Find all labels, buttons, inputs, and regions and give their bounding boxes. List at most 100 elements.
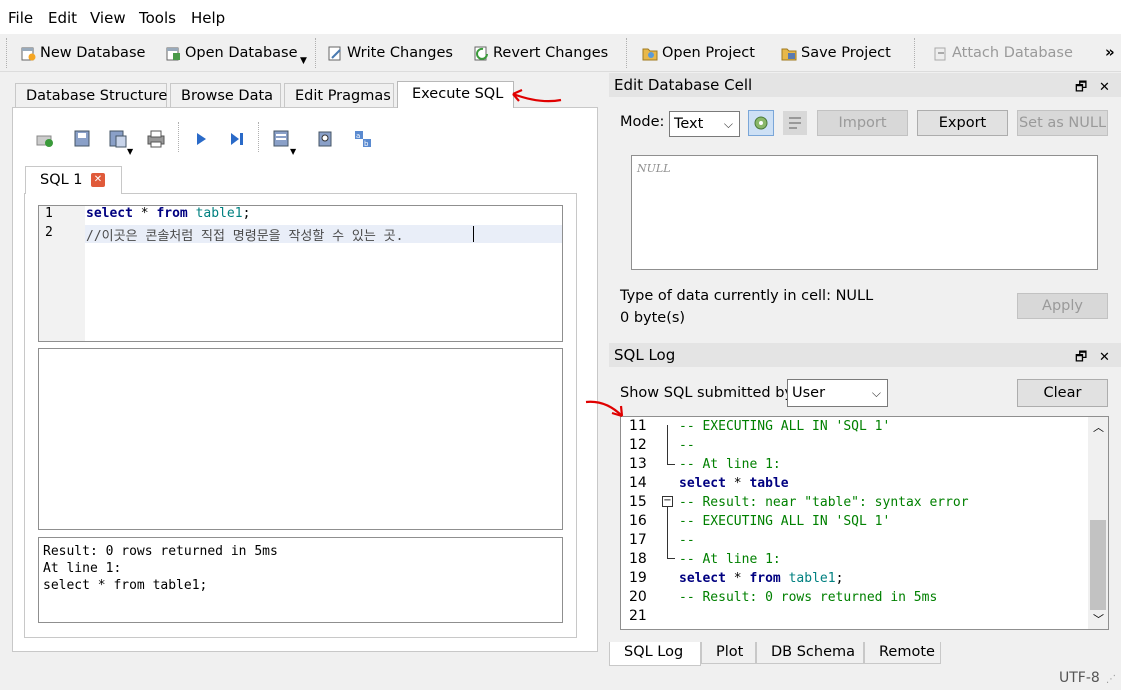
- chevron-down-icon: ⌵: [723, 117, 733, 131]
- set-as-null-button[interactable]: Set as NULL: [1017, 110, 1108, 136]
- float-dock-icon[interactable]: 🗗: [1075, 76, 1087, 100]
- tab-sql-1[interactable]: SQL 1 ✕: [25, 166, 122, 194]
- log-line: --: [679, 438, 695, 453]
- open-database-button[interactable]: Open Database: [165, 43, 298, 63]
- menu-file[interactable]: File: [8, 9, 33, 27]
- sql-toolbar-separator: [258, 122, 260, 152]
- submitted-by-select[interactable]: User ⌵: [787, 379, 888, 407]
- submitted-by-value: User: [792, 385, 826, 401]
- log-line-number: 14: [629, 475, 647, 491]
- editor-line-2: //이곳은 콘솔처럼 직접 명령문을 작성할 수 있는 곳.: [86, 229, 404, 244]
- tab-plot[interactable]: Plot: [701, 642, 756, 664]
- open-project-icon: [642, 45, 658, 61]
- auto-switch-mode-button[interactable]: [748, 110, 774, 136]
- apply-button[interactable]: Apply: [1017, 293, 1108, 319]
- attach-database-icon: [932, 45, 948, 61]
- open-sql-file-icon[interactable]: [72, 128, 94, 150]
- open-project-label: Open Project: [662, 45, 755, 61]
- annotation-arrow-icon: [585, 400, 624, 418]
- sql-editor[interactable]: 1 2 select * from table1; //이곳은 콘솔처럼 직접 …: [38, 205, 563, 342]
- save-sql-dropdown-icon[interactable]: ▼: [127, 147, 133, 156]
- sql-log-view[interactable]: 11 -- EXECUTING ALL IN 'SQL 1' 12 -- 13 -- At…: [620, 416, 1109, 630]
- auto-switch-icon: [754, 116, 768, 130]
- log-line: -- At line 1:: [679, 552, 781, 567]
- mode-label: Mode:: [620, 114, 665, 130]
- menu-view[interactable]: View: [90, 9, 126, 27]
- fold-line: [667, 507, 668, 559]
- mode-select[interactable]: Text ⌵: [669, 111, 740, 137]
- log-line-number: 15: [629, 494, 647, 510]
- line-number: 2: [45, 225, 53, 240]
- revert-changes-button[interactable]: Revert Changes: [473, 43, 608, 63]
- tab-execute-sql[interactable]: Execute SQL: [397, 81, 514, 108]
- fold-line: [667, 558, 675, 559]
- menu-edit[interactable]: Edit: [48, 9, 77, 27]
- toolbar-separator: [315, 38, 317, 68]
- chevron-down-icon: ⌵: [871, 386, 881, 400]
- menu-help[interactable]: Help: [191, 9, 225, 27]
- open-tab-icon[interactable]: [34, 128, 56, 150]
- log-line: -- Result: 0 rows returned in 5ms: [679, 590, 938, 605]
- close-dock-icon[interactable]: ✕: [1099, 346, 1110, 370]
- new-database-label: New Database: [40, 45, 146, 61]
- log-line: -- At line 1:: [679, 457, 781, 472]
- attach-database-label: Attach Database: [952, 45, 1073, 61]
- tab-db-schema[interactable]: DB Schema: [756, 642, 864, 664]
- scroll-down-icon[interactable]: ﹀: [1093, 611, 1104, 627]
- resize-grip-icon[interactable]: ⋰: [1106, 674, 1116, 685]
- open-database-dropdown-icon[interactable]: ▼: [300, 56, 307, 66]
- log-line: select * table: [679, 476, 789, 491]
- tab-remote[interactable]: Remote: [864, 642, 941, 664]
- toolbar-overflow-icon[interactable]: »: [1105, 43, 1115, 61]
- clear-log-button[interactable]: Clear: [1017, 379, 1108, 407]
- revert-changes-icon: [473, 45, 489, 61]
- word-wrap-button[interactable]: [783, 111, 807, 135]
- text-cursor: [473, 226, 474, 242]
- semicolon: ;: [242, 206, 251, 221]
- close-dock-icon[interactable]: ✕: [1099, 76, 1110, 100]
- execute-all-icon[interactable]: [190, 128, 212, 150]
- write-changes-button[interactable]: Write Changes: [327, 43, 453, 63]
- attach-database-button[interactable]: Attach Database: [932, 43, 1073, 63]
- log-scrollbar[interactable]: ︿ ﹀: [1088, 417, 1108, 629]
- import-button[interactable]: Import: [817, 110, 908, 136]
- keyword: from: [156, 206, 188, 221]
- fold-line: [667, 464, 675, 465]
- print-icon[interactable]: [145, 128, 167, 150]
- operator: *: [132, 206, 157, 221]
- new-database-button[interactable]: New Database: [20, 43, 145, 63]
- sql-log-title-bar: SQL Log 🗗 ✕: [609, 343, 1121, 367]
- cell-size-info: 0 byte(s): [620, 310, 686, 326]
- menu-tools[interactable]: Tools: [139, 9, 176, 27]
- log-line: select * from table1;: [679, 571, 844, 586]
- tab-database-structure[interactable]: Database Structure: [15, 83, 167, 107]
- close-tab-icon[interactable]: ✕: [91, 173, 105, 187]
- line-number: 1: [45, 206, 53, 221]
- log-line: -- Result: near "table": syntax error: [679, 495, 969, 510]
- toolbar-grip: [6, 38, 8, 68]
- results-message: Result: 0 rows returned in 5ms At line 1…: [38, 537, 563, 623]
- editor-line-1: select * from table1;: [86, 206, 250, 221]
- toolbar-separator: [626, 38, 628, 68]
- log-line-number: 17: [629, 532, 647, 548]
- execute-current-line-icon[interactable]: [226, 128, 248, 150]
- results-grid[interactable]: [38, 348, 563, 530]
- scroll-up-icon[interactable]: ︿: [1093, 419, 1104, 435]
- fold-collapse-icon[interactable]: −: [662, 496, 673, 507]
- float-dock-icon[interactable]: 🗗: [1075, 346, 1087, 370]
- open-database-label: Open Database: [185, 45, 298, 61]
- export-button[interactable]: Export: [917, 110, 1008, 136]
- find-replace-icon[interactable]: ab: [352, 128, 374, 150]
- tab-sql-log[interactable]: SQL Log: [609, 642, 701, 666]
- cell-editor[interactable]: NULL: [631, 155, 1098, 270]
- scrollbar-thumb[interactable]: [1090, 520, 1106, 610]
- tab-edit-pragmas[interactable]: Edit Pragmas: [284, 83, 394, 107]
- revert-changes-label: Revert Changes: [493, 45, 609, 61]
- find-icon[interactable]: [315, 128, 337, 150]
- save-project-button[interactable]: Save Project: [781, 43, 891, 63]
- save-results-dropdown-icon[interactable]: ▼: [290, 147, 296, 156]
- log-line: -- EXECUTING ALL IN 'SQL 1': [679, 514, 891, 529]
- open-project-button[interactable]: Open Project: [642, 43, 755, 63]
- tab-browse-data[interactable]: Browse Data: [170, 83, 281, 107]
- write-changes-icon: [327, 45, 343, 61]
